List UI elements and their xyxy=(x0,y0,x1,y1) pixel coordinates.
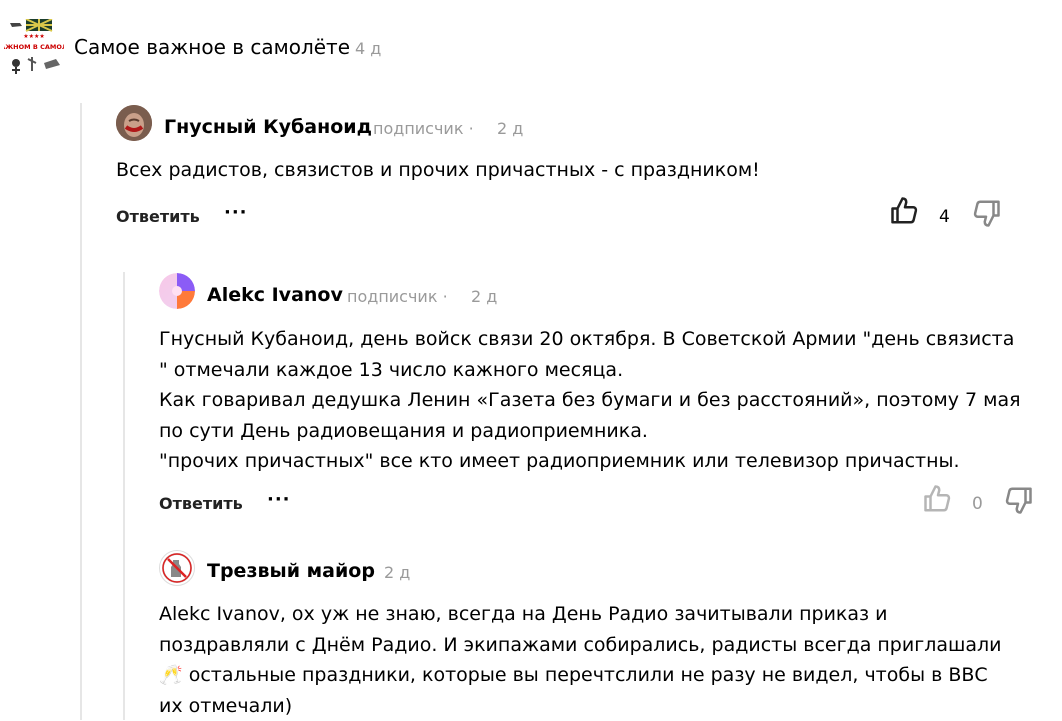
comment-text-line: Всех радистов, связистов и прочих причас… xyxy=(116,155,760,186)
gradient-avatar-icon xyxy=(159,273,195,309)
thumbs-up-icon xyxy=(923,484,953,514)
more-options-button[interactable]: ··· xyxy=(267,489,291,510)
like-count: 4 xyxy=(939,207,950,227)
svg-text:★★★★: ★★★★ xyxy=(23,33,45,40)
dislike-button[interactable] xyxy=(1003,485,1033,515)
reply-button[interactable]: Ответить xyxy=(159,494,243,513)
comment-time: 2 д xyxy=(497,119,523,138)
thread-line-level-2 xyxy=(123,272,125,720)
thumbs-up-icon xyxy=(890,196,920,226)
like-button[interactable] xyxy=(923,484,953,514)
comment-text: Всех радистов, связистов и прочих причас… xyxy=(116,155,760,186)
post-time: 4 д xyxy=(355,39,381,58)
like-button[interactable] xyxy=(890,196,920,226)
comment-text-line: Как говаривал дедушка Ленин «Газета без … xyxy=(159,385,1021,416)
comment-text-line: поздравляли с Днём Радио. И экипажами со… xyxy=(159,630,1002,661)
comment-author[interactable]: Гнусный Кубаноид xyxy=(164,116,372,138)
comment-author[interactable]: Трезвый майор xyxy=(207,560,375,582)
comment-text-line: "прочих причастных" все кто имеет радиоп… xyxy=(159,446,1021,477)
comment-text: Alekc Ivanov, ох уж не знаю, всегда на Д… xyxy=(159,599,1002,721)
svg-text:О ВАЖНОМ В САМОЛЕТЕ: О ВАЖНОМ В САМОЛЕТЕ xyxy=(4,43,64,51)
comment-text: Гнусный Кубаноид, день войск связи 20 ок… xyxy=(159,324,1021,477)
no-drinking-sign-icon xyxy=(160,551,194,585)
comment-role: подписчик · xyxy=(347,287,448,306)
post-logo[interactable]: ★★★★ О ВАЖНОМ В САМОЛЕТЕ xyxy=(4,19,64,75)
comment-text-line: Гнусный Кубаноид, день войск связи 20 ок… xyxy=(159,324,1021,355)
comment-text-line: Alekc Ivanov, ох уж не знаю, всегда на Д… xyxy=(159,599,1002,630)
comment-time: 2 д xyxy=(384,563,410,582)
reply-button[interactable]: Ответить xyxy=(116,207,200,226)
comment-text-line: по сути День радиовещания и радиоприемни… xyxy=(159,416,1021,447)
thumbs-down-icon xyxy=(971,198,1001,228)
comment-text-line: их отмечали) xyxy=(159,691,1002,721)
comment-author[interactable]: Alekc Ivanov xyxy=(207,284,343,306)
post-title[interactable]: Самое важное в самолёте xyxy=(74,35,350,59)
like-count: 0 xyxy=(972,494,983,514)
comment-role: подписчик · xyxy=(373,119,474,138)
thread-line-level-1 xyxy=(80,103,82,720)
more-options-button[interactable]: ··· xyxy=(224,202,248,223)
avatar[interactable] xyxy=(159,273,195,309)
dislike-button[interactable] xyxy=(971,198,1001,228)
thumbs-down-icon xyxy=(1003,485,1033,515)
comment-time: 2 д xyxy=(471,287,497,306)
avatar[interactable] xyxy=(116,105,152,141)
comment-text-line: 🥂 остальные праздники, которые вы перечт… xyxy=(159,660,1002,691)
avatar[interactable] xyxy=(159,550,195,586)
user-photo-icon xyxy=(116,105,152,141)
comment-text-line: " отмечали каждое 13 число кажного месяц… xyxy=(159,355,1021,386)
